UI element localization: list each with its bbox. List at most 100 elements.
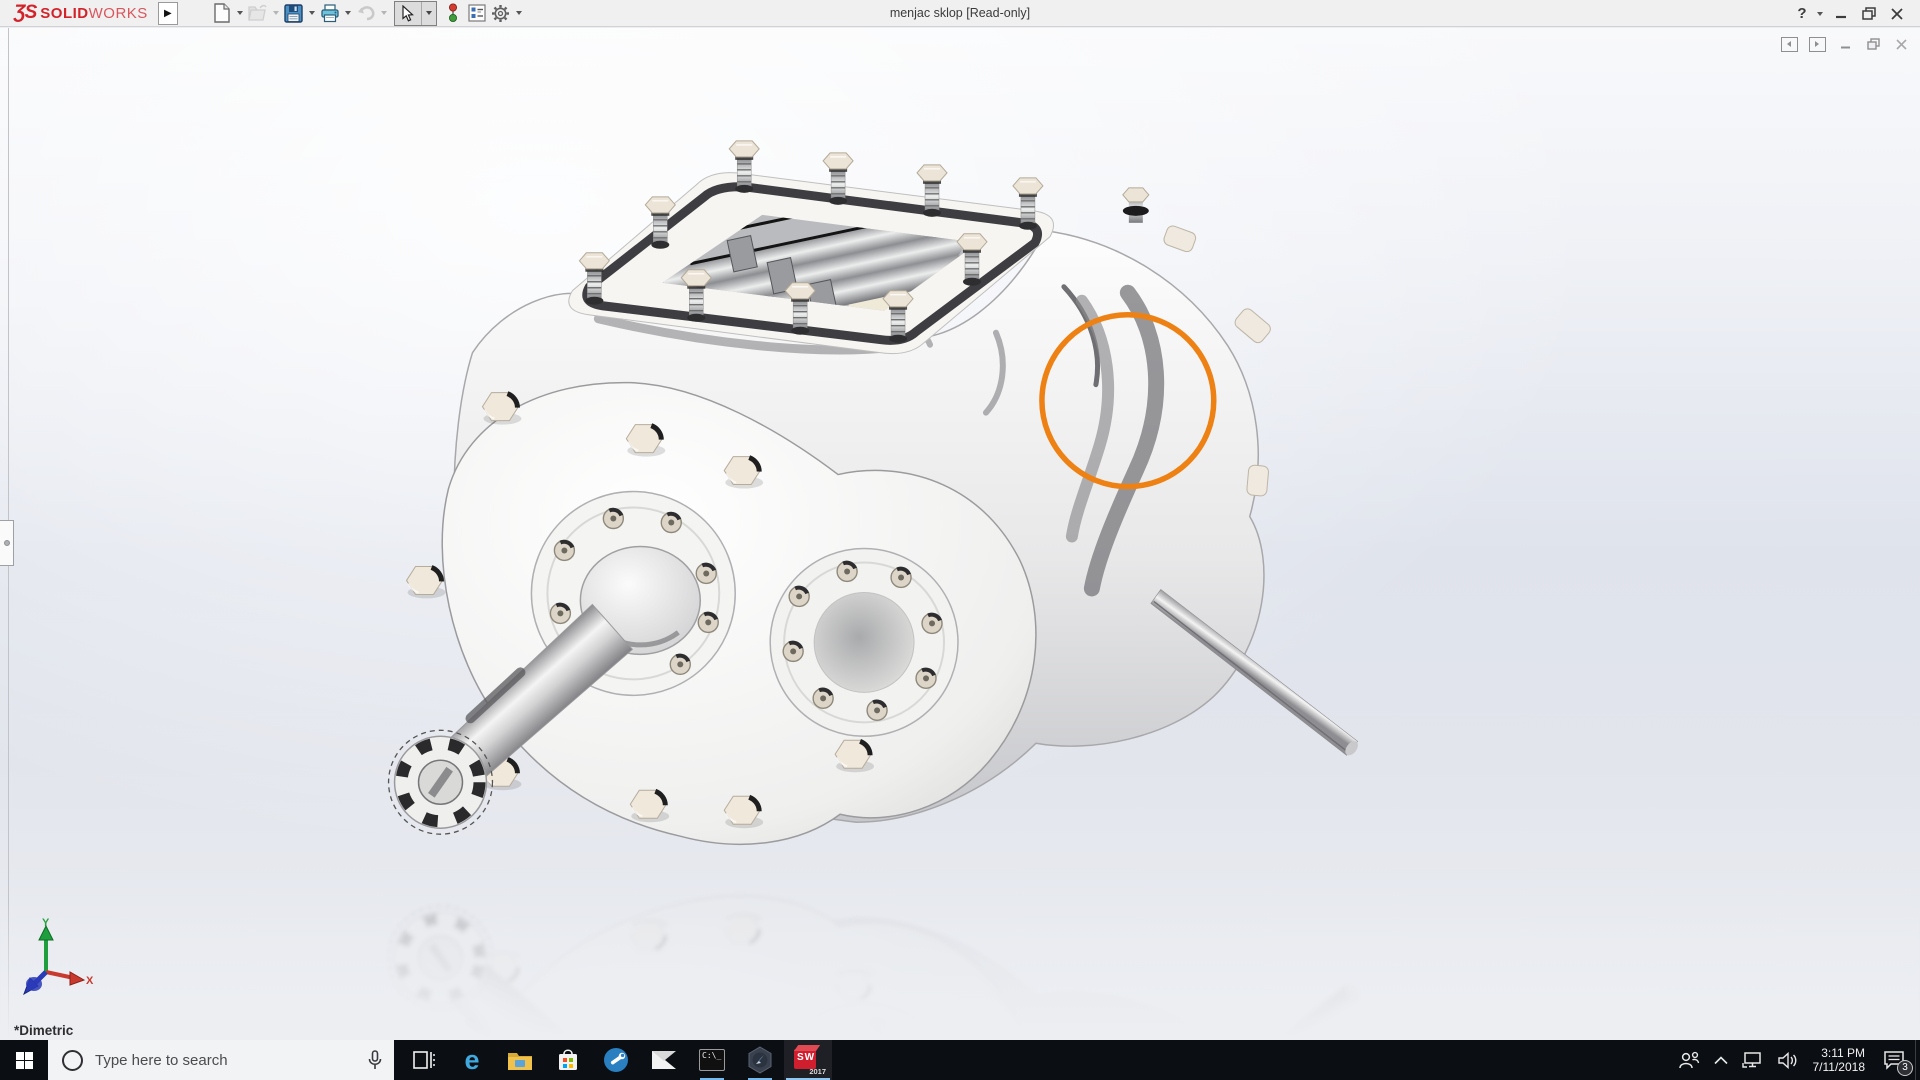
view-orientation-label: *Dimetric <box>14 1023 73 1038</box>
right-bearing-flange[interactable] <box>770 548 958 736</box>
undo-icon <box>356 5 376 21</box>
save-dropdown-arrow[interactable] <box>306 1 318 25</box>
search-input[interactable] <box>83 1052 368 1069</box>
next-pane-button[interactable] <box>1806 34 1828 54</box>
wrench-circle-icon <box>603 1047 629 1073</box>
select-tool-button[interactable] <box>395 2 421 25</box>
orientation-triad: Y X <box>12 914 96 1002</box>
edge-icon: e <box>464 1047 479 1074</box>
cortana-icon[interactable] <box>62 1050 83 1071</box>
open-dropdown-arrow[interactable] <box>270 1 282 25</box>
minimize-button[interactable] <box>1828 2 1854 26</box>
notification-badge: 3 <box>1897 1060 1913 1076</box>
document-window-controls <box>1778 34 1912 54</box>
speaker-icon <box>1778 1052 1798 1069</box>
select-cursor-icon <box>401 5 415 22</box>
help-dropdown-arrow[interactable] <box>1814 2 1826 26</box>
taskbar-clock[interactable]: 3:11 PM 7/11/2018 <box>1805 1040 1874 1080</box>
new-document-button[interactable] <box>210 1 234 25</box>
graphics-area[interactable]: Y X *Dimetric <box>0 28 1920 1040</box>
select-tool-group <box>394 1 437 26</box>
taskbar: e C:\_ <box>0 1040 1920 1080</box>
splitter-dot-icon <box>4 540 10 546</box>
start-button[interactable] <box>0 1040 48 1080</box>
rebuild-button[interactable] <box>441 1 465 25</box>
print-button[interactable] <box>318 1 342 25</box>
document-restore-button[interactable] <box>1862 34 1884 54</box>
windows-logo-icon <box>16 1052 33 1069</box>
compass-app-button[interactable] <box>736 1040 784 1080</box>
rebuild-traffic-light-icon <box>447 3 459 23</box>
panel-splitter-tab[interactable] <box>0 520 14 566</box>
microphone-icon[interactable] <box>368 1050 382 1070</box>
options-gear-icon <box>491 4 510 23</box>
minimize-icon <box>1835 8 1847 20</box>
document-minimize-button[interactable] <box>1834 34 1856 54</box>
help-button[interactable]: ? <box>1792 2 1812 26</box>
solidworks-logo-mark-icon: ƷS <box>14 2 36 24</box>
print-dropdown-arrow[interactable] <box>342 1 354 25</box>
store-icon <box>556 1048 580 1072</box>
file-properties-button[interactable] <box>465 1 489 25</box>
solidworks-logo: ƷS SOLIDWORKS <box>14 2 148 24</box>
save-button[interactable] <box>282 1 306 25</box>
compass-hexagon-icon <box>747 1046 773 1074</box>
window-controls: ? <box>1792 0 1910 27</box>
close-button[interactable] <box>1884 2 1910 26</box>
network-button[interactable] <box>1735 1040 1771 1080</box>
file-explorer-icon <box>507 1050 533 1071</box>
solidworks-2017-button[interactable]: SW 2017 <box>784 1040 832 1080</box>
store-button[interactable] <box>544 1040 592 1080</box>
command-prompt-button[interactable]: C:\_ <box>688 1040 736 1080</box>
restore-icon <box>1862 7 1876 20</box>
solidworks-window: ƷS SOLIDWORKS ▶ <box>0 0 1920 1080</box>
document-minimize-icon <box>1840 39 1851 50</box>
open-button[interactable] <box>246 1 270 25</box>
taskbar-search[interactable] <box>48 1040 394 1080</box>
new-document-icon <box>213 3 231 23</box>
save-icon <box>284 4 303 23</box>
people-icon <box>1678 1051 1700 1069</box>
document-close-button[interactable] <box>1890 34 1912 54</box>
admin-tools-button[interactable] <box>592 1040 640 1080</box>
undo-dropdown-arrow[interactable] <box>378 1 390 25</box>
task-view-button[interactable] <box>400 1040 448 1080</box>
system-tray: 3:11 PM 7/11/2018 3 <box>1671 1040 1920 1080</box>
titlebar: ƷS SOLIDWORKS ▶ <box>0 0 1920 27</box>
select-dropdown-arrow[interactable] <box>421 2 436 25</box>
quick-access-toolbar <box>210 0 525 27</box>
clock-date: 7/11/2018 <box>1813 1060 1866 1074</box>
options-dropdown-arrow[interactable] <box>513 1 525 25</box>
document-close-icon <box>1896 39 1907 50</box>
brand-text-light: WORKS <box>89 5 148 22</box>
document-restore-icon <box>1867 38 1880 50</box>
options-button[interactable] <box>489 1 513 25</box>
close-icon <box>1891 8 1903 20</box>
gearbox-model[interactable] <box>0 28 1920 1040</box>
taskbar-apps: e C:\_ <box>400 1040 832 1080</box>
command-prompt-icon: C:\_ <box>699 1049 725 1071</box>
network-icon <box>1742 1051 1764 1069</box>
menu-flyout-button[interactable]: ▶ <box>158 2 178 25</box>
restore-button[interactable] <box>1856 2 1882 26</box>
mail-icon <box>651 1050 677 1070</box>
mail-button[interactable] <box>640 1040 688 1080</box>
solidworks-2017-icon: SW 2017 <box>793 1046 823 1074</box>
triad-x-label: X <box>86 975 94 987</box>
reflection-fade <box>1 900 1919 1040</box>
previous-pane-button[interactable] <box>1778 34 1800 54</box>
undo-button[interactable] <box>354 1 378 25</box>
file-properties-icon <box>468 4 486 22</box>
tray-overflow-button[interactable] <box>1707 1040 1735 1080</box>
pane-left-icon <box>1781 37 1798 52</box>
task-view-icon <box>413 1051 435 1069</box>
chevron-up-icon <box>1714 1056 1728 1065</box>
edge-button[interactable]: e <box>448 1040 496 1080</box>
new-dropdown-arrow[interactable] <box>234 1 246 25</box>
volume-button[interactable] <box>1771 1040 1805 1080</box>
show-desktop-button[interactable] <box>1915 1040 1920 1080</box>
action-center-button[interactable]: 3 <box>1873 1040 1915 1080</box>
people-button[interactable] <box>1671 1040 1707 1080</box>
file-explorer-button[interactable] <box>496 1040 544 1080</box>
print-icon <box>320 4 340 23</box>
